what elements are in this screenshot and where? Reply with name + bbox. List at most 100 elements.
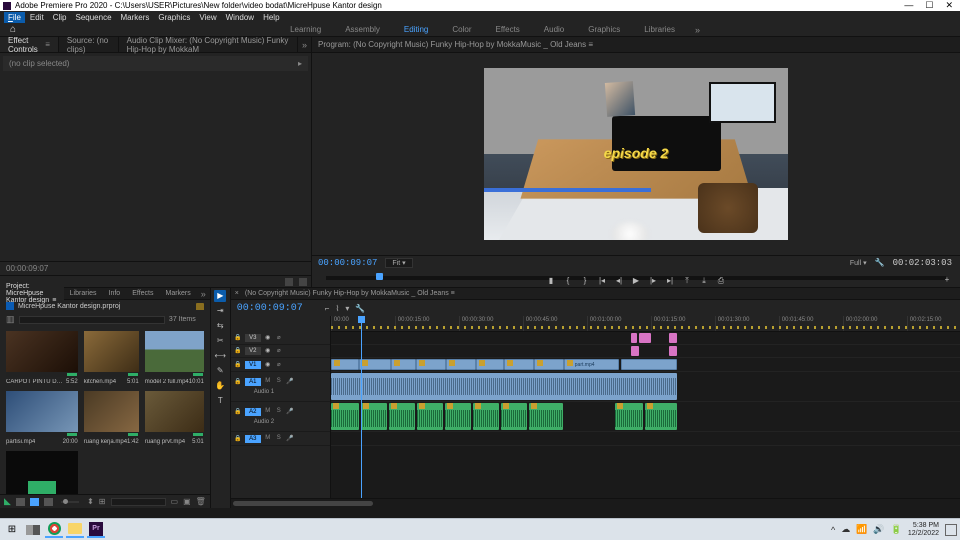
home-icon[interactable]: ⌂ — [0, 24, 26, 35]
mark-out-icon[interactable]: { — [563, 276, 573, 286]
audio-clip[interactable] — [361, 403, 387, 430]
tray-volume-icon[interactable]: 🔊 — [873, 524, 884, 535]
task-view-icon[interactable] — [24, 522, 42, 538]
clip[interactable] — [631, 346, 639, 356]
menu-edit[interactable]: Edit — [26, 13, 48, 22]
new-item-icon[interactable]: ◣ — [4, 496, 11, 507]
goto-out-icon[interactable]: ▸| — [665, 276, 675, 286]
audio-clip[interactable] — [389, 403, 415, 430]
extract-icon[interactable]: ⤓ — [699, 276, 709, 286]
clip[interactable] — [331, 359, 359, 370]
bin-icon[interactable] — [196, 303, 204, 310]
thumb-size-slider[interactable] — [61, 501, 79, 503]
clip[interactable] — [669, 333, 677, 343]
tab-info[interactable]: Info — [103, 290, 127, 297]
workspace-learning[interactable]: Learning — [278, 25, 333, 34]
find-input[interactable] — [111, 498, 166, 506]
workspace-overflow-icon[interactable]: » — [687, 25, 708, 35]
lock-icon[interactable]: 🔒 — [234, 361, 242, 369]
icon-view-icon[interactable] — [30, 498, 39, 506]
menu-sequence[interactable]: Sequence — [71, 13, 115, 22]
mic-icon[interactable]: 🎤 — [286, 435, 294, 443]
lift-icon[interactable]: ⤒ — [682, 276, 692, 286]
freeform-view-icon[interactable] — [44, 498, 53, 506]
media-item[interactable]: partisi.mp420:00 — [6, 391, 78, 445]
media-item[interactable] — [6, 451, 78, 494]
menu-help[interactable]: Help — [259, 13, 283, 22]
taskbar-premiere-icon[interactable]: Pr — [87, 522, 105, 538]
track-select-tool-icon[interactable]: ⇥ — [214, 305, 226, 317]
panel-overflow-icon[interactable]: » — [298, 40, 311, 50]
start-button[interactable]: ⊞ — [3, 522, 21, 538]
media-item[interactable]: ruang kerja.mp41:42 — [84, 391, 139, 445]
audio-clip[interactable] — [331, 403, 359, 430]
audio-clip[interactable] — [529, 403, 563, 430]
playhead-handle[interactable] — [376, 273, 383, 280]
timeline-timecode[interactable]: 00:00:09:07 — [237, 303, 303, 314]
clip[interactable] — [669, 346, 677, 356]
workspace-libraries[interactable]: Libraries — [632, 25, 687, 34]
program-monitor[interactable]: episode 2 — [312, 53, 960, 255]
tray-network-icon[interactable]: 📶 — [856, 524, 867, 535]
toggle-output-icon[interactable]: ◉ — [264, 347, 272, 355]
track-tag-a3[interactable]: A3 — [245, 435, 261, 443]
snap-icon[interactable]: ⌐ — [325, 304, 330, 313]
menu-view[interactable]: View — [195, 13, 220, 22]
clip[interactable] — [391, 359, 416, 370]
clip[interactable] — [359, 359, 391, 370]
menu-file[interactable]: File — [4, 12, 25, 23]
pen-tool-icon[interactable]: ✎ — [214, 365, 226, 377]
ripple-tool-icon[interactable]: ⇆ — [214, 320, 226, 332]
lock-icon[interactable]: 🔒 — [234, 378, 242, 386]
taskbar-chrome-icon[interactable] — [45, 522, 63, 538]
mic-icon[interactable]: 🎤 — [286, 378, 294, 386]
slip-tool-icon[interactable]: ⟷ — [214, 350, 226, 362]
new-bin-icon[interactable]: ▭ — [171, 497, 179, 506]
tab-effects[interactable]: Effects — [126, 290, 159, 297]
playhead[interactable] — [361, 316, 362, 498]
tray-chevron-icon[interactable]: ^ — [831, 525, 835, 535]
mark-in-icon[interactable]: ▮ — [546, 276, 556, 286]
taskbar-explorer-icon[interactable] — [66, 522, 84, 538]
menu-graphics[interactable]: Graphics — [154, 13, 194, 22]
button-editor-icon[interactable]: + — [942, 275, 952, 285]
type-tool-icon[interactable]: T — [214, 395, 226, 407]
toggle-output-icon[interactable]: ◉ — [264, 361, 272, 369]
sequence-name[interactable]: (No Copyright Music) Funky Hip-Hop by Mo… — [245, 290, 455, 297]
menu-window[interactable]: Window — [222, 13, 258, 22]
track-tag-v2[interactable]: V2 — [245, 347, 261, 355]
workspace-editing[interactable]: Editing — [392, 25, 440, 34]
timeline-tracks[interactable]: 00:00 00:00:15:00 00:00:30:00 00:00:45:0… — [331, 316, 960, 498]
hand-tool-icon[interactable]: ✋ — [214, 380, 226, 392]
sort-icon[interactable]: ⬍ — [87, 497, 94, 506]
clip[interactable] — [621, 359, 677, 370]
audio-clip[interactable] — [417, 403, 443, 430]
clip[interactable]: part.mp4 — [564, 359, 619, 370]
filter-icon[interactable]: ▥ — [6, 314, 15, 325]
audio-clip[interactable] — [473, 403, 499, 430]
workspace-color[interactable]: Color — [440, 25, 483, 34]
audio-clip[interactable] — [645, 403, 677, 430]
project-overflow-icon[interactable]: » — [197, 289, 210, 299]
minimize-button[interactable]: — — [904, 0, 913, 11]
toggle-output-icon[interactable]: ◉ — [264, 334, 272, 342]
clip[interactable] — [534, 359, 564, 370]
media-item[interactable]: model 2 full.mp410:01 — [145, 331, 204, 385]
track-tag-a2[interactable]: A2 — [245, 408, 261, 416]
lock-icon[interactable]: 🔒 — [234, 334, 242, 342]
clip[interactable] — [631, 333, 637, 343]
play-icon[interactable]: ▶ — [631, 276, 641, 286]
system-clock[interactable]: 5:38 PM 12/2/2022 — [908, 522, 939, 538]
new-item-dropdown-icon[interactable]: ▣ — [183, 497, 191, 506]
clip[interactable] — [504, 359, 534, 370]
track-tag-v1[interactable]: V1 — [245, 361, 261, 369]
clip[interactable] — [639, 333, 651, 343]
workspace-effects[interactable]: Effects — [483, 25, 531, 34]
program-timecode-current[interactable]: 00:00:09:07 — [318, 258, 377, 268]
clip[interactable] — [416, 359, 446, 370]
tab-effect-controls[interactable]: Effect Controls≡ — [0, 37, 59, 52]
export-frame-icon[interactable]: ⎙ — [716, 276, 726, 286]
mark-clip-icon[interactable]: } — [580, 276, 590, 286]
menu-markers[interactable]: Markers — [117, 13, 154, 22]
source-icon-2[interactable] — [299, 278, 307, 286]
